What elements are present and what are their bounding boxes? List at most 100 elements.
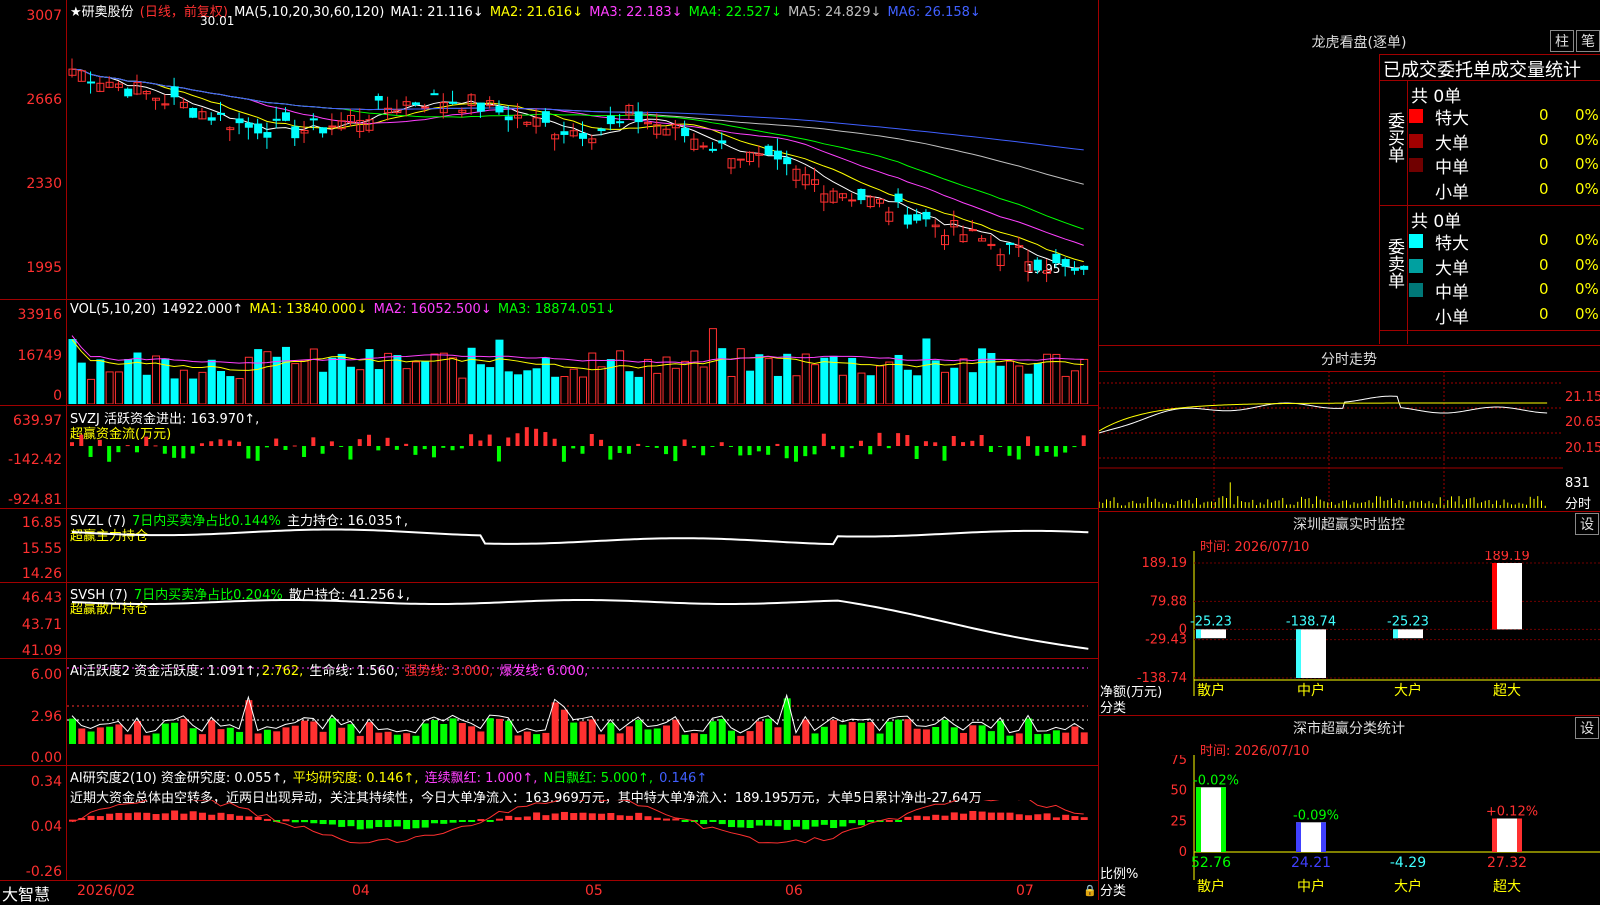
svzj-bar: [561, 446, 566, 462]
activity-bar: [282, 727, 290, 744]
volume-bar: [439, 352, 448, 404]
research-bar: [904, 816, 912, 820]
volume-bar: [226, 376, 235, 404]
volume-bar: [124, 359, 133, 404]
activity-bar: [867, 722, 875, 744]
svzj-bar: [134, 446, 139, 453]
candle-body: [87, 81, 96, 84]
svzj-bar: [858, 440, 863, 446]
intraday-panel[interactable]: 分时走势 21.15 20.65 20.15 831 分时: [1099, 345, 1600, 512]
buy-pct: 0%: [1575, 155, 1599, 173]
activity-bar: [579, 721, 587, 744]
monitor-bar-chart[interactable]: 189.1979.880-29.43-138.74-25.23散户-138.74…: [1099, 551, 1600, 715]
research-bar: [997, 812, 1005, 820]
ai-research-chart[interactable]: [67, 800, 1098, 880]
volume-bar: [402, 368, 411, 404]
classify-bar-chart[interactable]: 75 50 25 0 -0.02% 52.76 散户 -0.09% 24.21 中户 -4.29 大户…: [1099, 755, 1600, 900]
intraday-chart[interactable]: [1099, 371, 1563, 509]
classify-axis-label: 75: [1170, 755, 1187, 768]
classify-settings-button[interactable]: 设: [1575, 717, 1599, 739]
volume-bar: [244, 356, 253, 404]
research-bar: [523, 816, 531, 820]
volume-bar: [1080, 358, 1089, 404]
activity-bar: [421, 723, 429, 744]
volume-bar: [681, 360, 690, 404]
activity-bar: [737, 735, 745, 744]
ai-activity-chart[interactable]: [67, 660, 1098, 765]
research-bar: [792, 820, 800, 827]
lhb-panel: 龙虎看盘(逐单) 柱 笔 已成交委托单成交量统计 委买单 共 0单 特大 0 0% 大…: [1099, 0, 1600, 345]
candle-body: [207, 117, 216, 121]
activity-bar: [895, 719, 903, 744]
volume-bar: [829, 355, 838, 404]
activity-bar: [635, 719, 643, 744]
ai-research-header: AI研究度2(10) 资金研究度: 0.055↑, 平均研究度: 0.146↑,…: [70, 767, 709, 786]
candle-body: [96, 82, 105, 92]
volume-bar: [458, 377, 467, 404]
research-bar: [663, 818, 671, 821]
bar-mode-button[interactable]: 柱: [1550, 30, 1574, 52]
date-tick: 06: [785, 883, 803, 899]
svzj-bar-chart[interactable]: [67, 408, 1098, 508]
svzl-axis-label: 15.55: [21, 541, 62, 557]
monitor-value-label: -25.23: [1190, 614, 1232, 629]
candlestick-chart[interactable]: [67, 18, 1098, 298]
candle-body: [857, 188, 866, 201]
vol-header: VOL(5,10,20) 14922.000↑ MA1: 13840.000↓ …: [70, 302, 618, 317]
candle-body: [541, 111, 550, 123]
research-bar: [208, 814, 216, 820]
volume-bar: [811, 364, 820, 404]
sell-row: 小单 0 0%: [1409, 303, 1599, 328]
research-bar: [922, 816, 930, 820]
candle-body: [903, 214, 912, 225]
research-bar: [1062, 814, 1070, 820]
svzj-bar: [831, 446, 836, 450]
sell-row: 大单 0 0%: [1409, 254, 1599, 279]
classify-value-label: 24.21: [1291, 855, 1331, 871]
activity-bar: [87, 731, 95, 744]
svzj-bar: [515, 433, 520, 446]
svzj-bar: [886, 446, 891, 449]
svzl-line-chart[interactable]: [67, 510, 1098, 582]
svzj-bar: [664, 446, 669, 455]
research-bar: [969, 810, 977, 820]
buy-swatch: [1409, 133, 1423, 148]
research-bar: [644, 816, 652, 820]
activity-bar: [505, 720, 513, 744]
svzj-bar: [1063, 446, 1068, 453]
research-bar: [616, 815, 624, 820]
research-bar: [152, 814, 160, 820]
volume-bar: [114, 371, 123, 404]
svzj-bar: [580, 446, 585, 454]
candle-body: [1070, 268, 1079, 271]
monitor-bar-edge: [1296, 629, 1301, 678]
research-bar: [941, 815, 949, 820]
tick-mode-button[interactable]: 笔: [1576, 30, 1600, 52]
candle-body: [708, 148, 717, 151]
candle-body: [1052, 253, 1061, 264]
lock-icon[interactable]: 🔒: [1083, 884, 1097, 897]
activity-bar: [495, 718, 503, 744]
monitor-settings-button[interactable]: 设: [1575, 513, 1599, 535]
candle-body: [309, 118, 318, 121]
volume-bar: [690, 350, 699, 404]
activity-bar: [653, 728, 661, 744]
activity-bar: [598, 734, 606, 744]
svsh-line-chart[interactable]: [67, 584, 1098, 658]
intraday-title: 分时走势: [1321, 352, 1377, 368]
research-bar: [811, 820, 819, 827]
classify-value-label: 52.76: [1191, 855, 1231, 871]
kline-panel[interactable]: 3007 2666 2330 1995 ★研奥股份 (日线，前复权) MA(5,…: [0, 0, 1098, 880]
volume-bar: [356, 369, 365, 404]
ai-research-axis-label: 0.04: [30, 819, 62, 835]
sell-swatch: [1409, 308, 1423, 322]
svzj-bar: [756, 446, 761, 452]
volume-bar: [653, 372, 662, 404]
classify-value-label: 27.32: [1487, 855, 1527, 871]
svzj-bar: [599, 439, 604, 446]
volume-bar: [913, 375, 922, 404]
volume-chart[interactable]: [67, 318, 1098, 404]
buy-name: 大单: [1435, 133, 1469, 154]
svzj-bar: [617, 446, 622, 453]
volume-bar: [616, 350, 625, 404]
